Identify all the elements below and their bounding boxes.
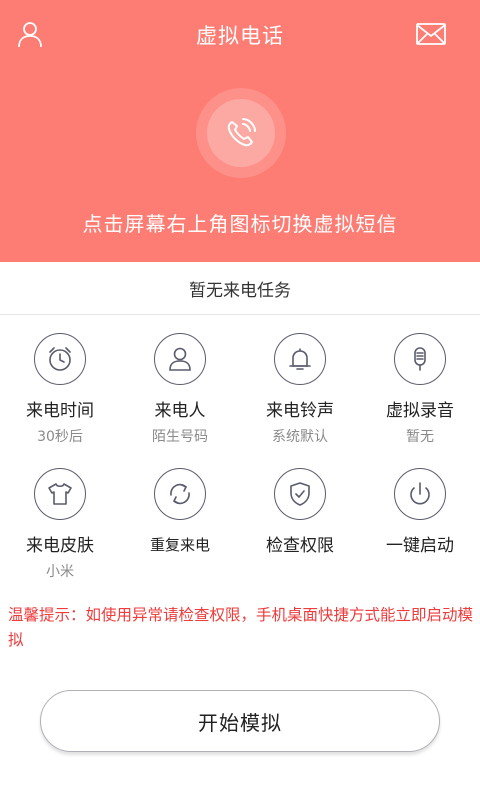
grid-item-permissions[interactable]: 检查权限 [240,468,360,556]
grid-item-label: 来电人 [154,401,206,421]
grid-item-skin[interactable]: 来电皮肤 小米 [0,468,120,581]
person-icon [154,333,206,385]
grid-item-value: 系统默认 [272,429,328,445]
grid-item-label: 来电铃声 [266,401,334,421]
page-title: 虚拟电话 [196,24,284,48]
switch-hint: 点击屏幕右上角图标切换虚拟短信 [82,212,398,236]
grid-item-caller[interactable]: 来电人 陌生号码 [120,333,240,446]
grid-item-value: 陌生号码 [152,429,208,445]
grid-item-quick-start[interactable]: 一键启动 [360,468,480,556]
grid-item-repeat[interactable]: 重复来电 [120,468,240,555]
grid-item-label: 来电皮肤 [26,536,94,556]
microphone-icon [394,333,446,385]
repeat-icon [154,468,206,520]
start-simulation-button[interactable]: 开始模拟 [40,690,440,752]
grid-item-label: 重复来电 [149,536,210,554]
grid-item-label: 来电时间 [26,401,94,421]
grid-item-recording[interactable]: 虚拟录音 暂无 [360,333,480,446]
grid-item-value: 30秒后 [37,429,83,445]
call-pulse[interactable] [196,88,286,178]
shield-check-icon [274,468,326,520]
grid-item-label: 一键启动 [386,536,454,556]
header: 虚拟电话 点击屏幕右上角图标切换虚拟短信 [0,0,480,262]
grid-item-call-time[interactable]: 来电时间 30秒后 [0,333,120,446]
grid-item-value: 小米 [46,564,74,580]
grid-item-value: 暂无 [406,429,434,445]
warm-tip: 温馨提示：如使用异常请检查权限，手机桌面快捷方式能立即启动模拟 [8,606,474,649]
grid-item-label: 检查权限 [266,536,334,556]
status-text: 暂无来电任务 [0,262,480,315]
shirt-icon [34,468,86,520]
bell-icon [274,333,326,385]
grid-item-ringtone[interactable]: 来电铃声 系统默认 [240,333,360,446]
grid-item-label: 虚拟录音 [386,401,454,421]
mail-icon[interactable] [413,16,449,52]
phone-ring-icon [207,99,275,167]
power-icon [394,468,446,520]
alarm-clock-icon [34,333,86,385]
